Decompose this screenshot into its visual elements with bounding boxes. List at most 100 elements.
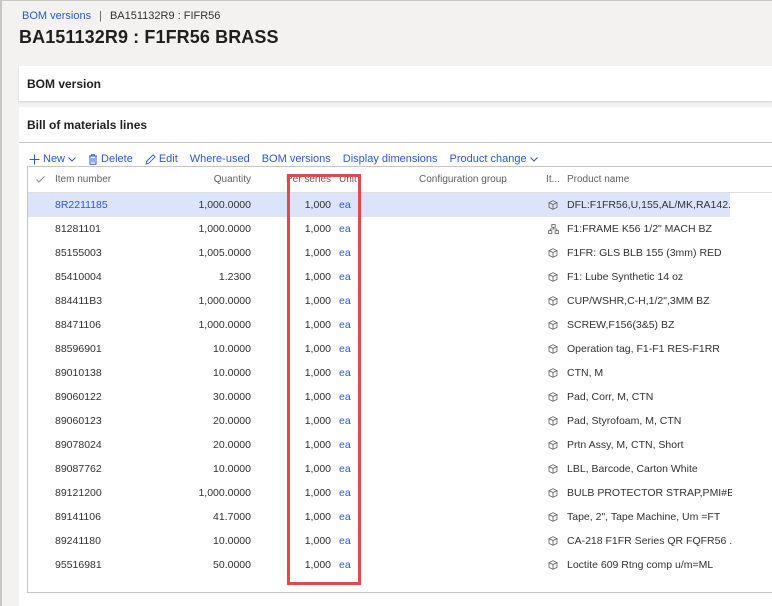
unit-cell[interactable]: ea xyxy=(339,385,369,409)
row-select-checkbox[interactable] xyxy=(28,553,52,577)
pencil-icon xyxy=(145,153,156,165)
delete-button[interactable]: Delete xyxy=(88,153,133,165)
column-header-item-type[interactable]: It... xyxy=(543,167,563,192)
per-series-cell: 1,000 xyxy=(304,247,331,259)
row-select-checkbox[interactable] xyxy=(28,385,52,409)
configuration-group-cell xyxy=(419,217,539,241)
row-select-checkbox[interactable] xyxy=(28,361,52,385)
product-change-button-label: Product change xyxy=(449,153,527,165)
quantity-cell: 1,000.0000 xyxy=(198,199,251,211)
unit-cell[interactable]: ea xyxy=(339,313,369,337)
row-select-checkbox[interactable] xyxy=(28,289,52,313)
table-row[interactable]: 89010138 10.0000 1,000 ea CTN, M xyxy=(28,361,772,385)
row-select-checkbox[interactable] xyxy=(28,505,52,529)
item-type-cell xyxy=(543,361,563,385)
row-select-checkbox[interactable] xyxy=(28,481,52,505)
row-select-checkbox[interactable] xyxy=(28,313,52,337)
item-icon xyxy=(548,248,558,258)
quantity-cell: 1,000.0000 xyxy=(198,487,251,499)
product-name-cell: Tape, 2", Tape Machine, Um =FT xyxy=(567,511,721,523)
row-select-checkbox[interactable] xyxy=(28,457,52,481)
quantity-cell: 10.0000 xyxy=(213,535,251,547)
unit-cell[interactable]: ea xyxy=(339,481,369,505)
plus-icon xyxy=(29,154,40,165)
column-header-configuration-group[interactable]: Configuration group xyxy=(419,167,539,192)
table-row[interactable]: 85155003 1,005.0000 1,000 ea F1FR: GLS B… xyxy=(28,241,772,265)
per-series-cell: 1,000 xyxy=(304,319,331,331)
per-series-cell: 1,000 xyxy=(304,439,331,451)
configuration-group-cell xyxy=(419,457,539,481)
select-all-checkbox[interactable] xyxy=(28,167,52,192)
row-select-checkbox[interactable] xyxy=(28,337,52,361)
configuration-group-cell xyxy=(419,337,539,361)
row-select-checkbox[interactable] xyxy=(28,241,52,265)
where-used-button[interactable]: Where-used xyxy=(190,153,250,165)
unit-cell[interactable]: ea xyxy=(339,457,369,481)
column-header-quantity[interactable]: Quantity xyxy=(148,167,251,192)
item-type-cell xyxy=(543,313,563,337)
new-button[interactable]: New xyxy=(29,153,76,165)
row-select-checkbox[interactable] xyxy=(28,193,52,217)
edit-button[interactable]: Edit xyxy=(145,153,178,165)
unit-cell[interactable]: ea xyxy=(339,337,369,361)
column-header-unit[interactable]: Unit xyxy=(339,167,369,192)
table-row[interactable]: 89087762 10.0000 1,000 ea LBL, Barcode, … xyxy=(28,457,772,481)
configuration-group-cell xyxy=(419,241,539,265)
unit-cell[interactable]: ea xyxy=(339,265,369,289)
table-row[interactable]: 89060123 20.0000 1,000 ea Pad, Styrofoam… xyxy=(28,409,772,433)
unit-cell[interactable]: ea xyxy=(339,433,369,457)
table-row[interactable]: 89241180 10.0000 1,000 ea CA-218 F1FR Se… xyxy=(28,529,772,553)
bom-icon xyxy=(547,224,559,234)
unit-cell[interactable]: ea xyxy=(339,289,369,313)
unit-cell[interactable]: ea xyxy=(339,361,369,385)
table-row[interactable]: 89060122 30.0000 1,000 ea Pad, Corr, M, … xyxy=(28,385,772,409)
chevron-down-icon xyxy=(529,156,538,162)
unit-cell[interactable]: ea xyxy=(339,241,369,265)
product-name-cell: Operation tag, F1-F1 RES-F1RR xyxy=(567,343,720,355)
breadcrumb-link-bom-versions[interactable]: BOM versions xyxy=(22,10,91,22)
row-select-checkbox[interactable] xyxy=(28,529,52,553)
table-row[interactable]: 89141106 41.7000 1,000 ea Tape, 2", Tape… xyxy=(28,505,772,529)
display-dimensions-button[interactable]: Display dimensions xyxy=(343,153,438,165)
bom-version-section-title[interactable]: BOM version xyxy=(27,77,101,91)
trash-icon xyxy=(88,153,98,165)
unit-cell[interactable]: ea xyxy=(339,217,369,241)
item-icon xyxy=(548,368,558,378)
quantity-cell: 20.0000 xyxy=(213,415,251,427)
per-series-cell: 1,000 xyxy=(304,487,331,499)
table-row[interactable]: 884411B3 1,000.0000 1,000 ea CUP/WSHR,C-… xyxy=(28,289,772,313)
row-select-checkbox[interactable] xyxy=(28,217,52,241)
chevron-down-icon xyxy=(68,156,76,162)
unit-cell[interactable]: ea xyxy=(339,505,369,529)
bom-lines-section-title[interactable]: Bill of materials lines xyxy=(27,118,147,132)
item-type-cell xyxy=(543,241,563,265)
row-select-checkbox[interactable] xyxy=(28,433,52,457)
table-row[interactable]: 88471106 1,000.0000 1,000 ea SCREW,F156(… xyxy=(28,313,772,337)
item-icon xyxy=(548,560,558,570)
per-series-cell: 1,000 xyxy=(304,199,331,211)
item-type-cell xyxy=(543,529,563,553)
bom-versions-button[interactable]: BOM versions xyxy=(262,153,331,165)
table-row[interactable]: 85410004 1.2300 1,000 ea F1: Lube Synthe… xyxy=(28,265,772,289)
column-header-product-name[interactable]: Product name xyxy=(567,167,732,192)
column-header-per-series[interactable]: Per series xyxy=(283,167,331,192)
table-row[interactable]: 95516981 50.0000 1,000 ea Loctite 609 Rt… xyxy=(28,553,772,577)
bom-lines-section: Bill of materials lines New Delete Edit … xyxy=(19,107,772,606)
table-row[interactable]: 89078024 20.0000 1,000 ea Prtn Assy, M, … xyxy=(28,433,772,457)
table-row[interactable]: 81281101 1,000.0000 1,000 ea F1:FRAME K5… xyxy=(28,217,772,241)
item-icon xyxy=(548,512,558,522)
table-row[interactable]: 8R2211185 1,000.0000 1,000 ea DFL:F1FR56… xyxy=(28,193,732,217)
page-title: BA151132R9 : F1FR56 BRASS xyxy=(19,27,279,47)
table-row[interactable]: 88596901 10.0000 1,000 ea Operation tag,… xyxy=(28,337,772,361)
row-select-checkbox[interactable] xyxy=(28,265,52,289)
unit-cell[interactable]: ea xyxy=(339,409,369,433)
row-select-checkbox[interactable] xyxy=(28,409,52,433)
item-icon xyxy=(548,416,558,426)
unit-cell[interactable]: ea xyxy=(339,529,369,553)
table-row[interactable]: 89121200 1,000.0000 1,000 ea BULB PROTEC… xyxy=(28,481,772,505)
item-type-cell xyxy=(543,289,563,313)
product-change-button[interactable]: Product change xyxy=(450,153,538,165)
unit-cell[interactable]: ea xyxy=(339,193,369,217)
unit-cell[interactable]: ea xyxy=(339,553,369,577)
bom-version-section[interactable]: BOM version xyxy=(19,66,772,101)
